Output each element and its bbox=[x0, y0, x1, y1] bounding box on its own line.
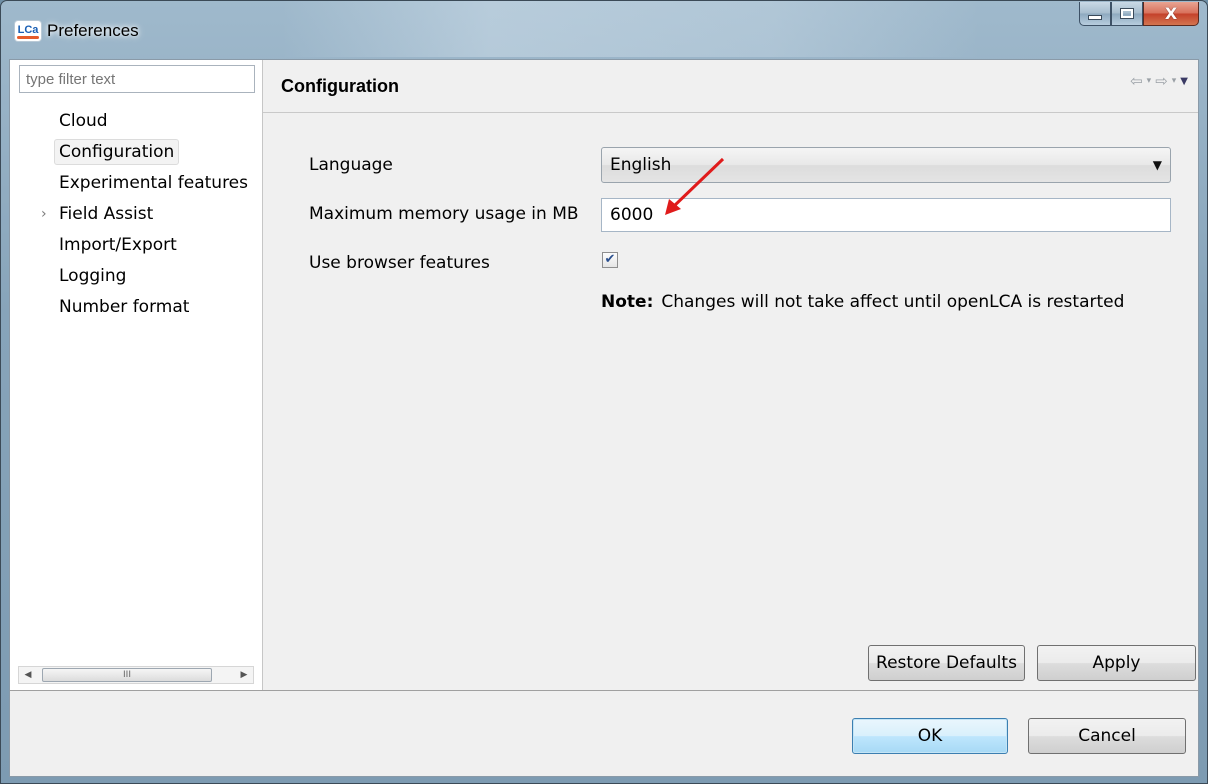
tree-item-logging[interactable]: Logging bbox=[10, 261, 263, 292]
dialog-client-area: Cloud Configuration Experimental feature… bbox=[9, 59, 1199, 777]
scroll-left-arrow-icon[interactable]: ◀ bbox=[19, 667, 37, 683]
tree-item-label: Configuration bbox=[54, 139, 180, 165]
window-controls: X bbox=[1079, 2, 1199, 26]
cancel-button[interactable]: Cancel bbox=[1028, 718, 1186, 754]
restart-note: Note: Changes will not take affect until … bbox=[601, 292, 1124, 312]
view-menu-icon[interactable]: ▼ bbox=[1180, 76, 1188, 87]
checkmark-icon: ✔ bbox=[604, 252, 616, 267]
tree-item-field-assist[interactable]: › Field Assist bbox=[10, 199, 263, 230]
horizontal-scrollbar[interactable]: ◀ III ▶ bbox=[18, 666, 254, 684]
tree-item-experimental-features[interactable]: Experimental features bbox=[10, 168, 263, 199]
expand-chevron-icon[interactable]: › bbox=[41, 199, 47, 230]
tree-item-cloud[interactable]: Cloud bbox=[10, 106, 263, 137]
back-arrow-icon[interactable]: ⇦ bbox=[1130, 72, 1143, 90]
preference-tree: Cloud Configuration Experimental feature… bbox=[10, 106, 263, 323]
preference-page: Configuration ⇦ ▾ ⇨ ▾ ▼ Language English… bbox=[263, 60, 1198, 690]
page-navigation: ⇦ ▾ ⇨ ▾ ▼ bbox=[1130, 72, 1188, 90]
filter-input[interactable] bbox=[19, 65, 255, 93]
tree-item-label: Field Assist bbox=[59, 204, 154, 224]
forward-arrow-icon[interactable]: ⇨ bbox=[1155, 72, 1168, 90]
tree-item-configuration[interactable]: Configuration bbox=[10, 137, 263, 168]
preference-tree-panel: Cloud Configuration Experimental feature… bbox=[10, 60, 263, 690]
page-title: Configuration bbox=[281, 76, 399, 96]
maximize-icon bbox=[1120, 8, 1134, 19]
scroll-right-arrow-icon[interactable]: ▶ bbox=[235, 667, 253, 683]
language-select[interactable]: English ▼ bbox=[601, 147, 1171, 183]
scroll-thumb[interactable]: III bbox=[42, 668, 212, 682]
browser-features-checkbox[interactable]: ✔ bbox=[602, 252, 618, 268]
apply-button[interactable]: Apply bbox=[1037, 645, 1196, 681]
close-icon: X bbox=[1164, 4, 1178, 23]
browser-features-label: Use browser features bbox=[309, 253, 490, 273]
page-header: Configuration ⇦ ▾ ⇨ ▾ ▼ bbox=[263, 60, 1198, 113]
memory-input[interactable]: 6000 bbox=[601, 198, 1171, 232]
back-dropdown-icon[interactable]: ▾ bbox=[1147, 76, 1152, 86]
tree-item-label: Logging bbox=[59, 266, 127, 286]
minimize-button[interactable] bbox=[1079, 2, 1111, 26]
title-bar[interactable]: LCa Preferences X bbox=[1, 1, 1207, 59]
tree-item-number-format[interactable]: Number format bbox=[10, 292, 263, 323]
language-value: English bbox=[610, 155, 672, 175]
close-button[interactable]: X bbox=[1143, 2, 1199, 26]
tree-item-label: Cloud bbox=[59, 111, 108, 131]
maximize-button[interactable] bbox=[1111, 2, 1143, 26]
tree-item-label: Number format bbox=[59, 297, 190, 317]
restore-defaults-button[interactable]: Restore Defaults bbox=[868, 645, 1025, 681]
note-label: Note: bbox=[601, 292, 654, 312]
tree-item-label: Experimental features bbox=[59, 173, 249, 193]
forward-dropdown-icon[interactable]: ▾ bbox=[1172, 76, 1177, 86]
minimize-icon bbox=[1088, 15, 1102, 20]
ok-button[interactable]: OK bbox=[852, 718, 1008, 754]
note-text: Changes will not take affect until openL… bbox=[661, 292, 1125, 312]
chevron-down-icon: ▼ bbox=[1152, 158, 1162, 172]
tree-item-import-export[interactable]: Import/Export bbox=[10, 230, 263, 261]
language-label: Language bbox=[309, 155, 393, 175]
memory-label: Maximum memory usage in MB bbox=[309, 204, 579, 224]
window-title: Preferences bbox=[47, 21, 139, 40]
app-logo-icon: LCa bbox=[15, 21, 41, 41]
footer-divider bbox=[10, 690, 1198, 691]
tree-item-label: Import/Export bbox=[59, 235, 177, 255]
preferences-window: LCa Preferences X Cloud Configuration Ex… bbox=[0, 0, 1208, 784]
